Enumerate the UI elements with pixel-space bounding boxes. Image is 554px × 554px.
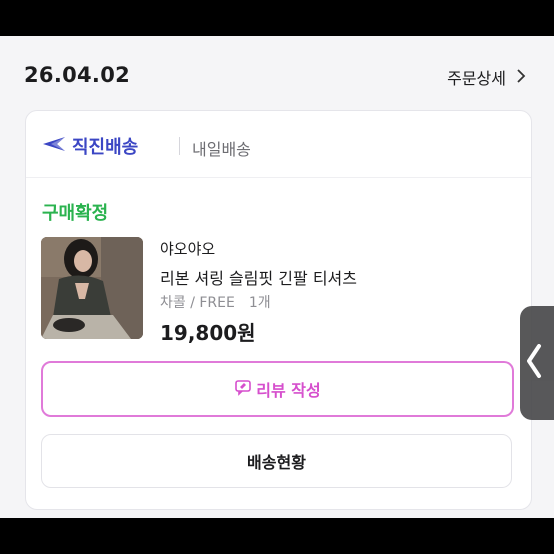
delivery-status-label: 배송현황 [247,453,306,472]
quantity-text: 1개 [248,295,271,311]
nextday-shipping-label: 내일배송 [192,140,251,159]
order-date: 26.04.02 [24,63,131,87]
order-header: 26.04.02 주문상세 [0,36,554,108]
purchase-status: 구매확정 [42,203,109,224]
order-screen: 26.04.02 주문상세 직진배송 내일배송 구매확정 야오야오 리본 셔링 … [0,36,554,518]
chevron-right-icon [516,68,526,87]
write-review-button[interactable]: 리뷰 작성 [41,361,514,417]
divider [179,137,180,155]
option-text: 차콜 / FREE [160,295,235,311]
seller-name[interactable]: 야오야오 [160,238,215,259]
order-card: 직진배송 내일배송 구매확정 야오야오 리본 셔링 슬림핏 긴팔 티셔츠 차콜 … [25,110,532,510]
arrow-badge-icon [42,136,72,157]
order-detail-link[interactable]: 주문상세 [447,65,526,89]
side-panel-handle[interactable] [520,306,554,420]
product-name[interactable]: 리본 셔링 슬림핏 긴팔 티셔츠 [160,265,357,289]
product-thumbnail[interactable] [41,237,143,339]
delivery-status-button[interactable]: 배송현황 [41,434,512,488]
product-option: 차콜 / FREE 1개 [160,292,271,312]
write-review-label: 리뷰 작성 [256,381,321,400]
chat-pen-icon [234,378,256,400]
shipping-row: 직진배송 내일배송 [26,111,531,178]
chevron-left-icon [526,344,542,382]
direct-shipping-label: 직진배송 [72,137,139,158]
order-detail-label: 주문상세 [447,69,506,88]
product-price: 19,800원 [160,321,256,345]
direct-shipping-badge: 직진배송 [42,133,138,159]
